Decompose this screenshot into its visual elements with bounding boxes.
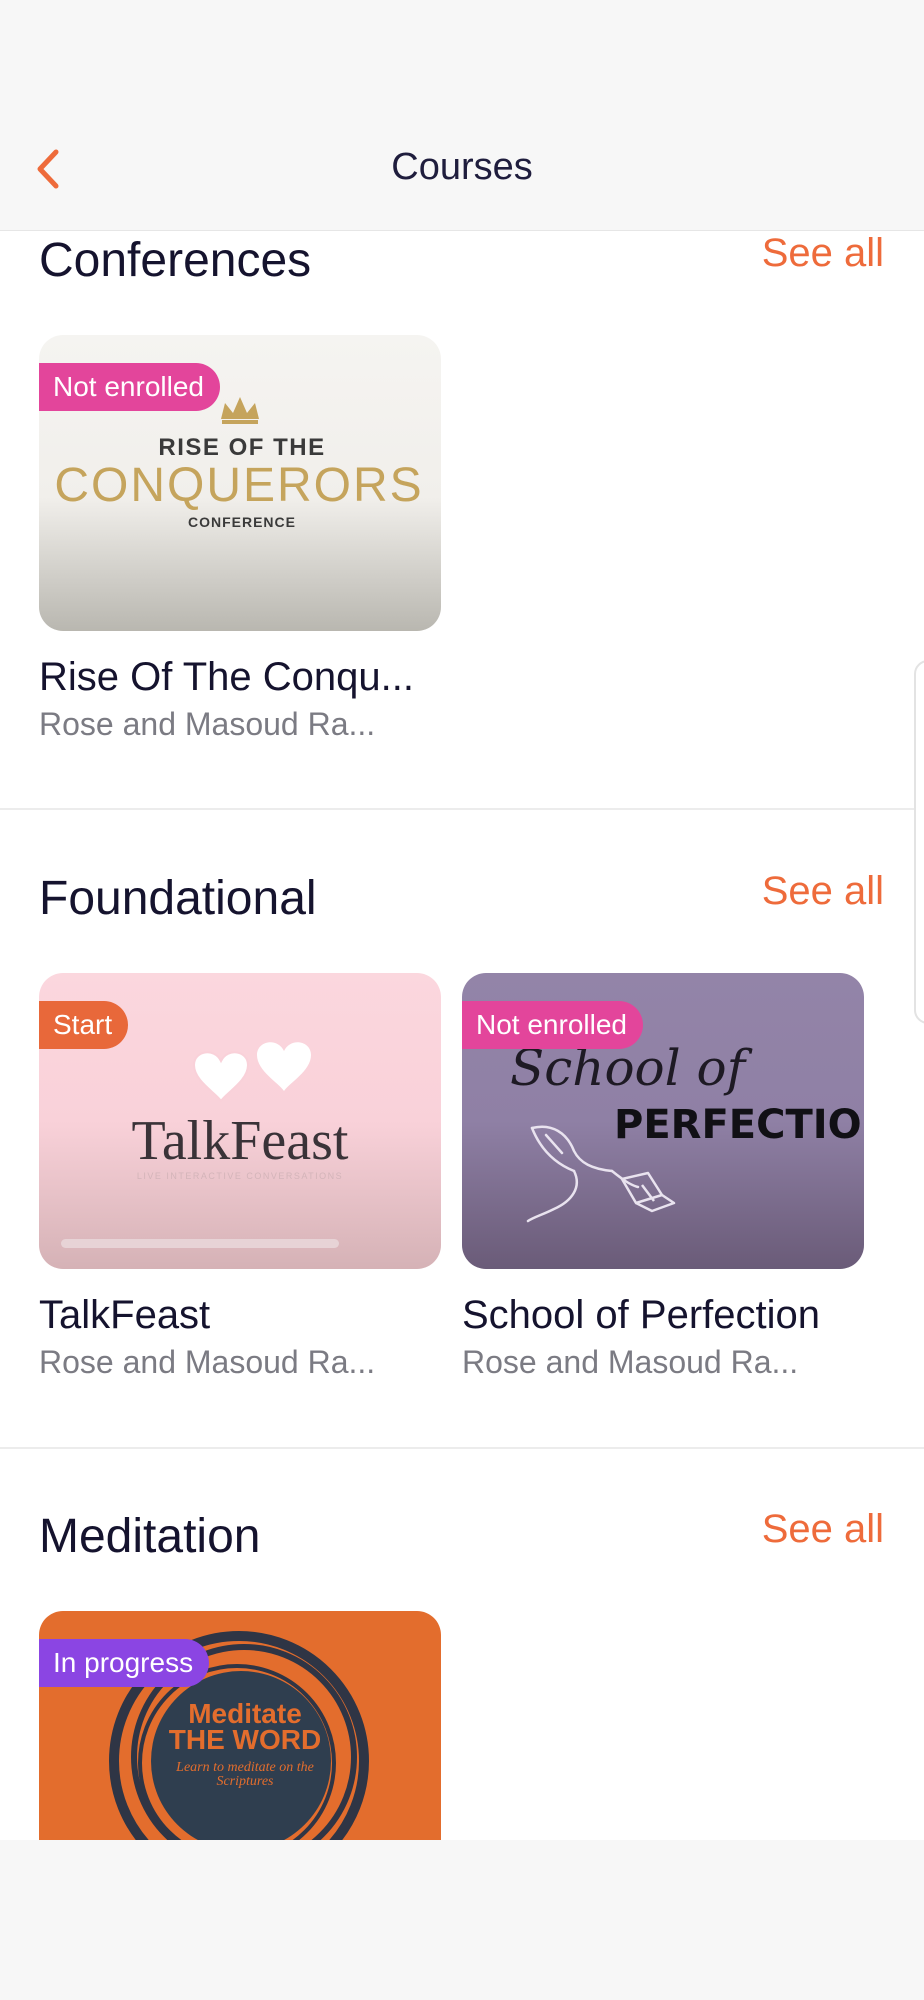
section-divider (0, 808, 924, 810)
section-title: Conferences (39, 234, 312, 287)
section-title: Meditation (39, 1510, 261, 1563)
art-line1: RISE OF THE (158, 434, 325, 461)
art-line2: CONQUERORS (54, 459, 423, 512)
courses-list[interactable]: Conferences See all RISE OF THE CONQUERO… (0, 231, 924, 1840)
see-all-link[interactable]: See all (762, 1507, 884, 1552)
art-logo: TalkFeast (132, 1110, 349, 1172)
course-thumbnail: School of PERFECTION Not (462, 973, 864, 1269)
status-badge: Start (39, 1001, 129, 1049)
course-card[interactable]: Meditate THE WORD Learn to meditate on t… (39, 1611, 441, 1840)
course-name: School of Perfection (462, 1293, 820, 1337)
progress-bar (61, 1239, 339, 1248)
status-badge: In progress (39, 1639, 210, 1687)
course-author: Rose and Masoud Ra... (39, 706, 376, 742)
art-line2: THE WORD (169, 1724, 321, 1755)
section-title: Foundational (39, 872, 317, 925)
course-card[interactable]: RISE OF THE CONQUERORS CONFERENCE Not en… (39, 335, 441, 743)
see-all-link[interactable]: See all (762, 869, 884, 914)
book-icon (620, 1171, 676, 1213)
status-badge: Not enrolled (39, 363, 220, 411)
see-all-link[interactable]: See all (762, 231, 884, 276)
art-line2: PERFECTION (614, 1102, 864, 1148)
course-name: TalkFeast (39, 1293, 211, 1337)
course-author: Rose and Masoud Ra... (39, 1344, 376, 1380)
course-author: Rose and Masoud Ra... (462, 1344, 799, 1380)
course-name: Rise Of The Conqu... (39, 655, 414, 699)
status-badge: Not enrolled (462, 1001, 643, 1049)
crown-icon (221, 397, 259, 424)
course-thumbnail: TalkFeast LIVE INTERACTIVE CONVERSATIONS… (39, 973, 441, 1269)
section-divider (0, 1447, 924, 1449)
course-thumbnail: Meditate THE WORD Learn to meditate on t… (39, 1611, 441, 1840)
header-bar: Courses (0, 110, 924, 231)
art-line3: Learn to meditate on the (175, 1760, 314, 1775)
art-line3: CONFERENCE (188, 514, 296, 530)
partial-course-card[interactable] (914, 660, 924, 1024)
status-bar-area (0, 0, 924, 110)
course-thumbnail: RISE OF THE CONQUERORS CONFERENCE Not en… (39, 335, 441, 631)
course-card[interactable]: TalkFeast LIVE INTERACTIVE CONVERSATIONS… (39, 973, 441, 1381)
course-card[interactable]: School of PERFECTION Not (462, 973, 864, 1381)
art-tagline: LIVE INTERACTIVE CONVERSATIONS (137, 1171, 343, 1181)
art-line4: Scriptures (216, 1774, 274, 1789)
page-title: Courses (391, 146, 533, 188)
heart-icon (192, 1042, 311, 1103)
bottom-area (0, 1840, 924, 2000)
